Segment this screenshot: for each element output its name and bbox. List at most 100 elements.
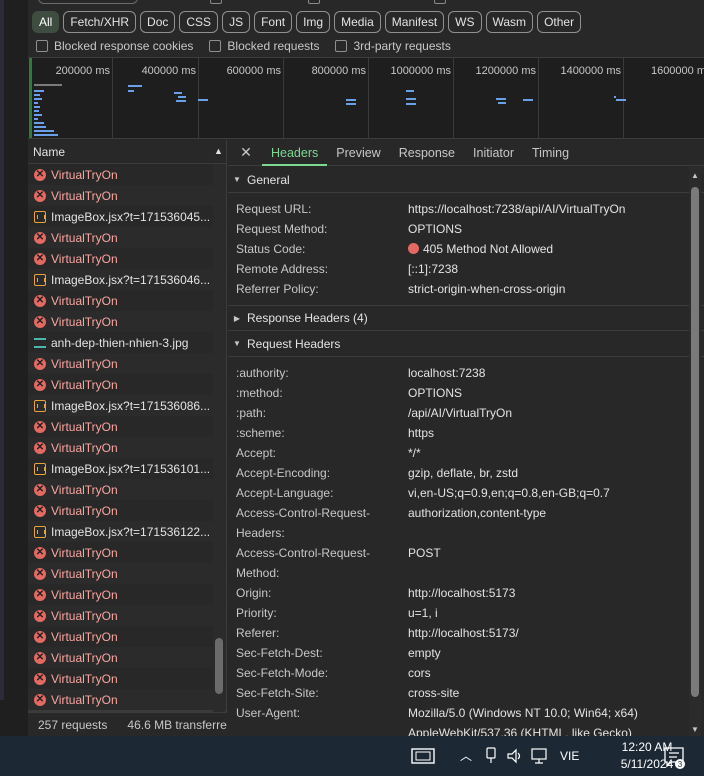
header-name: Request URL: <box>236 202 312 216</box>
overview-request-bar <box>34 118 38 120</box>
filter-chip-fetch-xhr[interactable]: Fetch/XHR <box>63 11 137 33</box>
detail-scrollbar[interactable]: ▲ ▼ <box>689 167 701 736</box>
network-overview-timeline[interactable]: 200000 ms 400000 ms 600000 ms 800000 ms 1000… <box>28 57 704 139</box>
request-row[interactable]: ✕ VirtualTryOn <box>28 647 226 668</box>
overview-request-bar <box>523 99 533 101</box>
checkbox-label: Blocked requests <box>227 39 320 53</box>
header-row: :authority: localhost:7238 <box>228 363 704 383</box>
filter-chip-doc[interactable]: Doc <box>140 11 176 33</box>
overview-gridline <box>283 58 284 138</box>
filter-chip-css[interactable]: CSS <box>179 11 219 33</box>
scroll-down-icon[interactable]: ▼ <box>691 725 699 734</box>
section-title: Response Headers (4) <box>247 311 368 325</box>
tab-response[interactable]: Response <box>390 140 464 166</box>
header-value: vi,en-US;q=0.9,en;q=0.8,en-GB;q=0.7 <box>408 486 610 500</box>
status-text: 405 Method Not Allowed <box>423 242 554 256</box>
scrollbar-thumb[interactable] <box>691 187 699 697</box>
request-row[interactable]: ✕ VirtualTryOn <box>28 353 226 374</box>
tab-timing[interactable]: Timing <box>523 140 578 166</box>
filter-chip-manifest[interactable]: Manifest <box>384 11 445 33</box>
request-row[interactable]: ✕ VirtualTryOn <box>28 542 226 563</box>
overview-request-bar <box>34 90 44 92</box>
blocked-cookies-checkbox[interactable]: Blocked response cookies <box>36 39 193 53</box>
network-icon[interactable] <box>530 747 548 765</box>
request-name: ImageBox.jsx?t=171536086... <box>51 398 211 413</box>
close-icon[interactable]: ✕ <box>236 144 256 161</box>
request-row[interactable]: ✕ VirtualTryOn <box>28 311 226 332</box>
request-row[interactable]: ✕ VirtualTryOn <box>28 290 226 311</box>
request-row[interactable]: ✕ VirtualTryOn <box>28 248 226 269</box>
filter-chip-all[interactable]: All <box>32 11 60 33</box>
request-row[interactable]: ImageBox.jsx?t=171536046... <box>28 269 226 290</box>
request-row[interactable]: ✕ VirtualTryOn <box>28 668 226 689</box>
tab-headers[interactable]: Headers <box>262 140 328 166</box>
hide-data-urls-checkbox-clipped[interactable] <box>308 0 320 4</box>
filter-chip-js[interactable]: JS <box>222 11 251 33</box>
header-value: gzip, deflate, br, zstd <box>408 466 519 480</box>
scrollbar-thumb[interactable] <box>215 638 223 694</box>
usb-device-icon[interactable] <box>484 747 498 765</box>
general-section-header[interactable]: ▼ General <box>228 167 704 193</box>
tab-initiator[interactable]: Initiator <box>464 140 523 166</box>
request-row[interactable]: anh-dep-thien-nhien-3.jpg <box>28 332 226 353</box>
filter-chip-media[interactable]: Media <box>334 11 381 33</box>
filter-chip-wasm[interactable]: Wasm <box>485 11 534 33</box>
filter-chip-other[interactable]: Other <box>537 11 582 33</box>
invert-checkbox-clipped[interactable] <box>210 0 222 4</box>
third-party-checkbox[interactable]: 3rd-party requests <box>335 39 451 53</box>
overview-gridline <box>453 58 454 138</box>
filter-input-clipped[interactable] <box>38 0 138 4</box>
name-column-header[interactable]: Name ▲ <box>28 140 226 164</box>
filter-chip-img[interactable]: Img <box>296 11 331 33</box>
request-list-scrollbar[interactable] <box>213 164 225 712</box>
checkbox-box[interactable] <box>335 40 348 52</box>
task-view-icon[interactable] <box>410 746 436 766</box>
response-headers-section-header[interactable]: ▶ Response Headers (4) <box>228 305 704 331</box>
request-row[interactable]: ImageBox.jsx?t=171536122... <box>28 521 226 542</box>
header-name <box>236 723 408 736</box>
request-name: VirtualTryOn <box>51 419 118 434</box>
request-row[interactable]: ImageBox.jsx?t=171536045... <box>28 206 226 227</box>
scroll-up-icon[interactable]: ▲ <box>691 171 699 180</box>
header-name: Priority: <box>236 606 277 620</box>
checkbox-box[interactable] <box>36 40 48 52</box>
request-row[interactable]: ImageBox.jsx?t=171536101... <box>28 458 226 479</box>
request-row[interactable]: ✕ VirtualTryOn <box>28 563 226 584</box>
request-row[interactable]: ImageBox.jsx?t=171536086... <box>28 395 226 416</box>
filter-chip-ws[interactable]: WS <box>448 11 482 33</box>
speaker-icon[interactable] <box>506 747 524 765</box>
overview-selection-handle[interactable] <box>29 58 32 138</box>
request-name: VirtualTryOn <box>51 167 118 182</box>
request-name: VirtualTryOn <box>51 608 118 623</box>
request-row[interactable]: ✕ VirtualTryOn <box>28 626 226 647</box>
request-row[interactable]: ✕ VirtualTryOn <box>28 374 226 395</box>
request-row[interactable]: ✕ VirtualTryOn <box>28 227 226 248</box>
notification-icon[interactable]: 3 <box>662 745 686 769</box>
hide-extension-urls-checkbox-clipped[interactable] <box>434 0 446 4</box>
input-language[interactable]: VIE <box>560 749 579 763</box>
request-name: VirtualTryOn <box>51 188 118 203</box>
chevron-up-icon[interactable]: ︿ <box>460 747 472 764</box>
tab-preview[interactable]: Preview <box>327 140 389 166</box>
request-row[interactable]: ✕ VirtualTryOn <box>28 479 226 500</box>
request-row[interactable]: ✕ VirtualTryOn <box>28 185 226 206</box>
header-value: authorization,content-type <box>408 506 547 520</box>
request-row[interactable]: ✕ VirtualTryOn <box>28 164 226 185</box>
header-row: Sec-Fetch-Mode: cors <box>228 663 704 683</box>
header-name: Sec-Fetch-Site: <box>236 686 319 700</box>
checkbox-box[interactable] <box>209 40 222 52</box>
request-row[interactable]: ✕ VirtualTryOn <box>28 437 226 458</box>
request-name: ImageBox.jsx?t=171536046... <box>51 272 211 287</box>
request-headers-section-header[interactable]: ▼ Request Headers <box>228 331 704 357</box>
request-row[interactable]: ✕ VirtualTryOn <box>28 584 226 605</box>
request-row[interactable]: ✕ VirtualTryOn <box>28 689 226 710</box>
filter-chip-font[interactable]: Font <box>254 11 293 33</box>
blocked-requests-checkbox[interactable]: Blocked requests <box>209 39 319 53</box>
header-value: OPTIONS <box>408 386 463 400</box>
request-row[interactable]: ✕ VirtualTryOn <box>28 416 226 437</box>
request-row[interactable]: ✕ VirtualTryOn <box>28 605 226 626</box>
error-icon: ✕ <box>34 378 46 391</box>
request-row[interactable]: ✕ VirtualTryOn <box>28 500 226 521</box>
header-value: cors <box>408 666 431 680</box>
overview-request-bar <box>178 96 186 98</box>
